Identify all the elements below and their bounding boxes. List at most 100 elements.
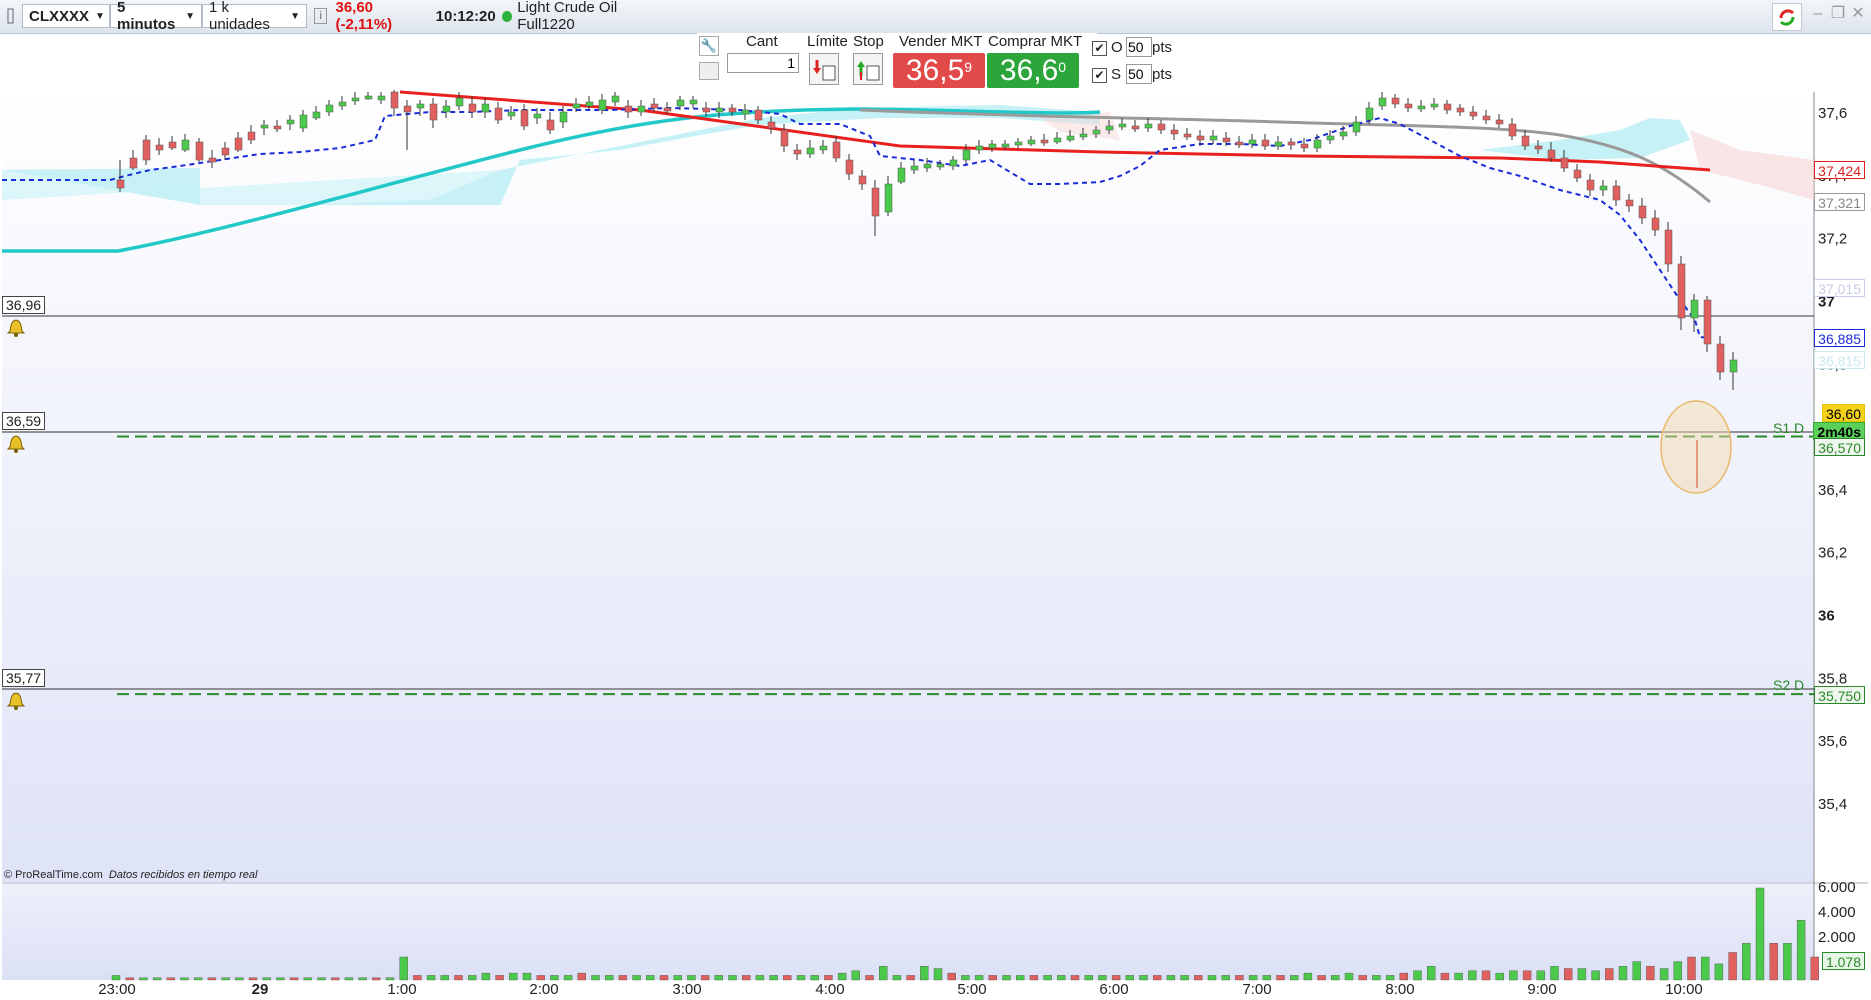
volume-bar-down [454,975,463,981]
volume-bar-up [1098,975,1107,981]
candle-bear [1469,111,1478,117]
candle-bear [195,141,204,161]
info-icon[interactable] [0,4,22,28]
candle-bull [715,107,724,113]
volume-bar-up [961,975,970,981]
candle-bear [650,103,659,109]
candle-bull [351,97,360,102]
volume-bar-up [1385,975,1395,981]
volume-bar-up [385,977,395,981]
candle-bear [468,103,477,113]
refresh-icon[interactable] [1772,3,1802,31]
level-label-a[interactable]: 36,96 [2,296,46,314]
volume-bar-up [632,975,641,981]
candle-bull [1339,131,1348,137]
volume-bar-up [1303,972,1313,981]
candle-bear [390,91,399,109]
buy-market-button[interactable]: 36,6 0 [987,53,1079,88]
y-tick-label: 36 [1818,608,1835,625]
candle-bear [871,187,880,217]
x-tick-label: 23:00 [98,981,136,998]
candle-bear [1651,217,1660,231]
bell-icon[interactable] [6,691,26,711]
timeframe-label: 5 minutos [117,0,176,33]
volume-bar-up [837,972,847,981]
candle-bull [260,124,269,129]
volume-bar-up [344,977,354,981]
volume-bar-down [413,975,422,981]
candle-bull [949,159,958,167]
candle-bear [624,105,633,113]
tag-faded-2: 36,815 [1814,351,1865,369]
candle-bull [1014,141,1023,146]
x-axis-ticks: 23:00 29 1:00 2:00 3:00 4:00 5:00 6:00 7:00 8:00 9… [98,981,1703,998]
dotted-kijun-line [2,106,1711,339]
highlight-ellipse [1660,400,1732,494]
volume-bar-up [1591,970,1600,981]
info-icon[interactable]: i [314,8,328,24]
tag-ma-gray: 37,321 [1814,193,1865,211]
candle-bear [520,109,529,127]
instrument-selector[interactable]: CLXXXX ▼ [22,4,110,28]
buy-price-decimal: 0 [1058,58,1067,75]
candle-bear [1170,129,1179,135]
volume-bar-down [577,972,586,981]
volume-bar-down [495,975,504,981]
sell-market-button[interactable]: 36,5 9 [893,53,985,88]
bell-icon[interactable] [6,434,26,454]
volume-bar-down [1810,956,1820,981]
price-chart[interactable]: 37,637,437,23736,836,636,436,23635,835,6… [0,0,1871,1000]
limit-order-button[interactable] [809,53,839,85]
wrench-icon[interactable]: 🔧 [699,36,719,56]
candle-bull [884,183,893,213]
volume-bar-down [289,977,299,981]
tag-faded-1: 37,015 [1814,279,1865,297]
volume-bar-up [933,968,943,981]
stop-order-button[interactable] [853,53,883,85]
units-selector[interactable]: 1 k unidades ▼ [202,0,307,33]
close-icon[interactable]: ✕ [1850,6,1866,22]
cloud-bullish [2,105,1100,205]
o-pts-label: pts [1152,39,1173,56]
volume-bar-up [1207,975,1217,981]
s-checkbox[interactable]: ✔ [1092,68,1107,83]
s-points-input[interactable] [1126,64,1152,84]
qty-input[interactable] [727,53,799,73]
sell-price-decimal: 9 [964,58,973,75]
level-label-c[interactable]: 35,77 [2,669,46,687]
volume-bar-up [755,975,765,981]
timeframe-selector[interactable]: 5 minutos ▼ [110,0,202,33]
tag-volume: 1.078 [1821,952,1865,970]
candle-bear [1443,103,1452,111]
x-tick-label: 7:00 [1242,981,1271,998]
o-checkbox[interactable]: ✔ [1092,41,1107,56]
keyboard-icon[interactable] [699,62,719,80]
volume-bar-up [1057,975,1066,981]
candle-bull [1105,125,1114,131]
clock-time: 10:12:20 [435,7,496,25]
candle-bear [1560,157,1569,169]
minimize-icon[interactable]: – [1810,6,1826,22]
level-label-b[interactable]: 36,59 [2,412,46,430]
volume-bar-up [235,977,244,981]
volume-bar-up [1426,966,1436,981]
candle-bull [1079,133,1088,138]
volume-bar-down [125,977,134,981]
candle-bear [780,129,789,147]
o-points-input[interactable] [1126,37,1152,57]
volume-bar-up [1180,975,1189,981]
x-tick-label: 29 [252,981,269,998]
restore-icon[interactable]: ❐ [1830,6,1846,22]
volume-bar-down [947,972,956,981]
s-label: S [1111,66,1122,83]
volume-bar-up [591,975,600,981]
volume-bar-up [714,975,723,981]
volume-bar-up [221,977,230,981]
price-pane-background [2,92,1814,882]
volume-bar-down [166,977,176,981]
candle-bull [1118,123,1127,128]
candle-bear [142,139,151,161]
bell-icon[interactable] [6,318,26,338]
chevron-down-icon: ▼ [290,10,300,22]
volume-bar-up [605,975,614,981]
